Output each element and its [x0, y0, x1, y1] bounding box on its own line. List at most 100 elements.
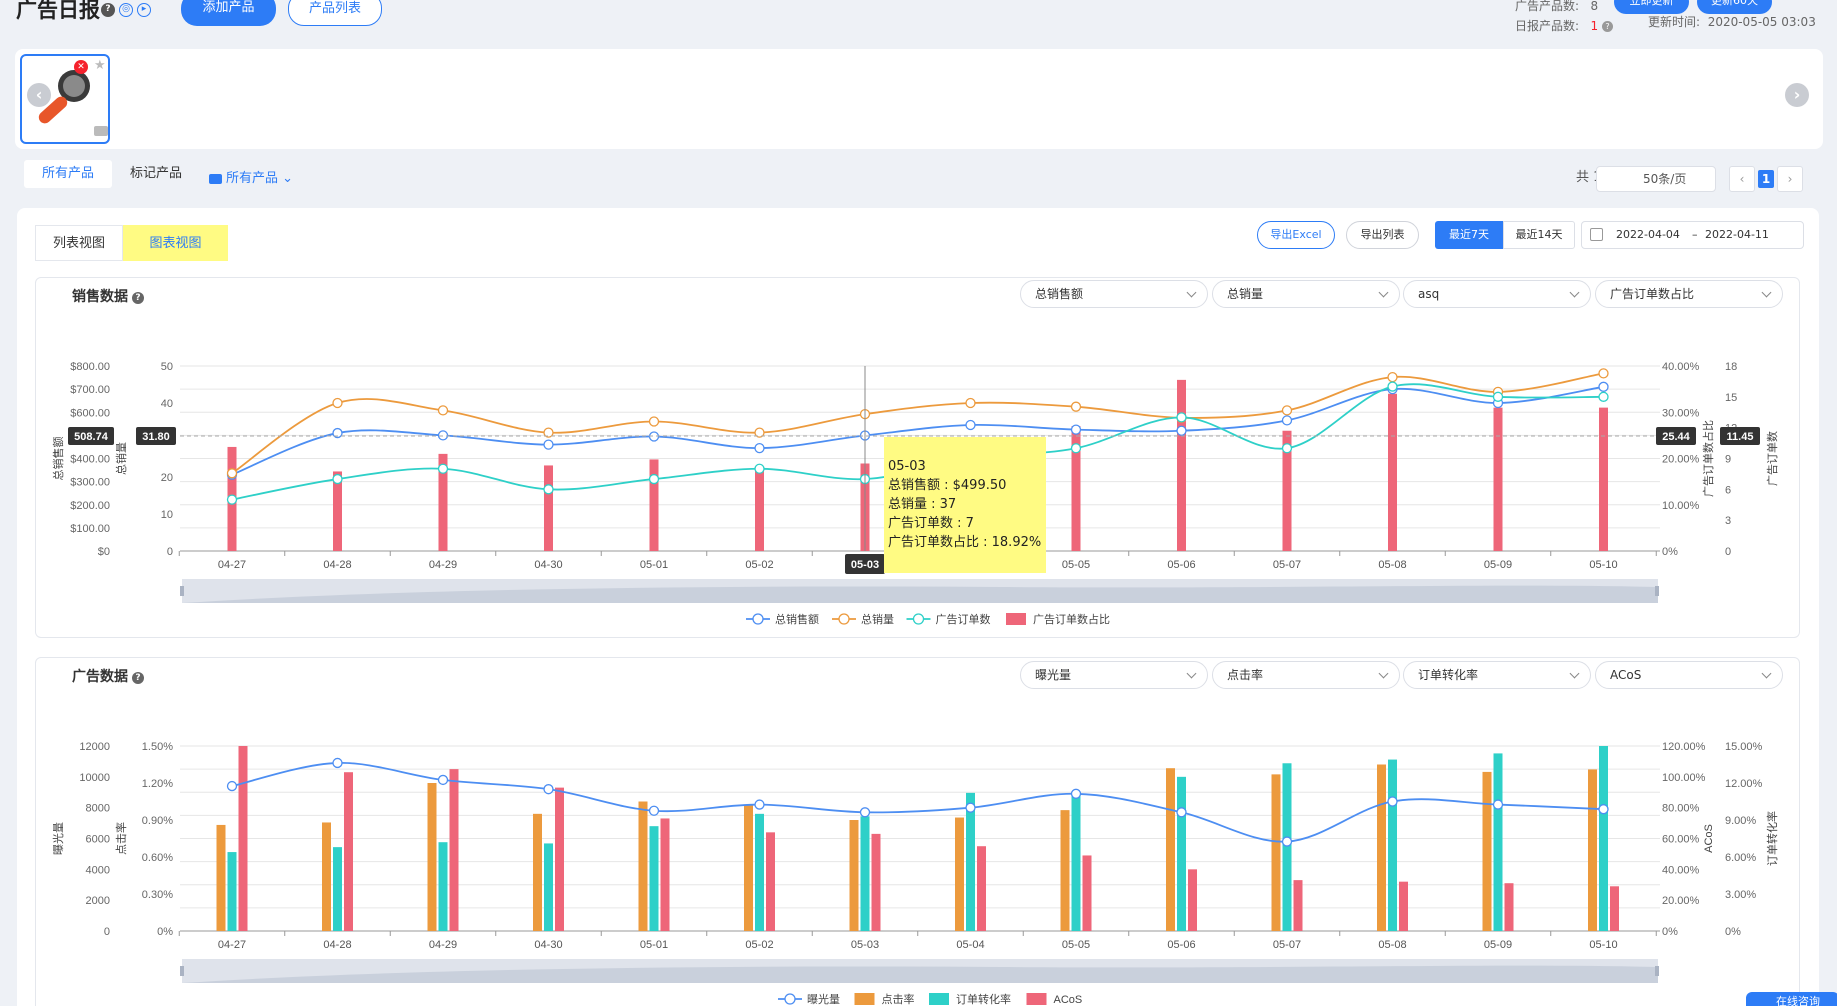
point-总销量: [1387, 371, 1398, 383]
data-zoom-handle: [1655, 966, 1659, 976]
legend-swatch: [1006, 613, 1026, 625]
bar-ACoS: [449, 769, 459, 931]
y3-tick-label: 80.00%: [1662, 803, 1700, 815]
y3-tick-label: 120.00%: [1662, 741, 1706, 753]
bar-订单转化率: [966, 792, 975, 931]
y1-tick-label: 4000: [86, 864, 110, 876]
y3-tick-label: 20.00%: [1662, 454, 1700, 466]
y1-tick-label: $800.00: [70, 361, 110, 373]
bar-ACoS: [871, 833, 881, 931]
tooltip-line: 广告订单数 : 7: [888, 516, 974, 531]
x-tick-label: 05-06: [1167, 939, 1195, 951]
y1-tick-label: 2000: [86, 895, 110, 907]
bar-ACoS: [1399, 881, 1408, 931]
point-曝光量: [543, 784, 554, 795]
x-tick-label: 05-09: [1484, 939, 1512, 951]
y1-tick-label: $700.00: [70, 384, 110, 396]
point-曝光量: [226, 780, 238, 792]
bar-点击率: [1060, 810, 1070, 931]
y3-tick-label: 20.00%: [1662, 895, 1700, 907]
bar-ACoS: [1082, 855, 1092, 931]
x-tick-label: 04-29: [429, 559, 457, 571]
y3-tick-label: 0%: [1662, 546, 1678, 558]
tooltip-line: 广告订单数占比 : 18.92%: [888, 535, 1042, 550]
online-chat-button[interactable]: 在线咨询: [1746, 992, 1837, 1006]
point-广告订单数: [1598, 391, 1609, 402]
point-总销售额: [1598, 381, 1609, 392]
x-tick-label: 05-05: [1062, 939, 1090, 951]
point-总销售额: [965, 419, 976, 431]
x-tick-label: 05-07: [1273, 559, 1301, 571]
legend-item: ACoS: [1054, 994, 1083, 1006]
bar-ACoS: [238, 746, 248, 931]
y1-tick-label: $100.00: [70, 523, 110, 535]
x-tick-label: 04-29: [429, 939, 457, 951]
y1-tick-label: $0: [98, 546, 110, 558]
bar-点击率: [744, 805, 753, 931]
x-tick-label: 04-27: [218, 939, 246, 951]
x-tick-label: 05-10: [1589, 559, 1617, 571]
y3-tick-label: 60.00%: [1662, 834, 1700, 846]
point-曝光量: [332, 757, 343, 769]
tooltip-line: 总销量 : 37: [888, 497, 957, 512]
bar-点击率: [216, 824, 226, 931]
bar-点击率: [322, 822, 331, 931]
point-曝光量: [859, 807, 871, 818]
x-tick-label: 05-03: [851, 939, 879, 951]
bar-订单转化率: [227, 852, 237, 931]
point-曝光量: [754, 799, 765, 810]
bar-广告订单数占比: [1388, 393, 1397, 551]
point-总销量: [1070, 401, 1082, 412]
bar-点击率: [1271, 774, 1281, 931]
point-曝光量: [1070, 788, 1082, 799]
y3-tick-label: 10.00%: [1662, 500, 1700, 512]
y1-tick-label: $400.00: [70, 454, 110, 466]
bar-订单转化率: [1071, 792, 1081, 931]
bar-订单转化率: [1599, 746, 1608, 931]
pointer-label-y2: 31.80: [142, 431, 170, 443]
y4-tick-label: 9.00%: [1725, 815, 1756, 827]
point-总销量: [226, 468, 238, 479]
y2-tick-label: 20: [161, 472, 173, 484]
y1-axis-label: 曝光量: [51, 822, 65, 855]
y2-tick-label: 1.20%: [142, 778, 173, 790]
pointer-x-label: 05-03: [851, 559, 879, 571]
x-tick-label: 05-07: [1273, 939, 1301, 951]
point-广告订单数: [226, 494, 238, 505]
pointer-label-y3: 25.44: [1662, 431, 1690, 443]
point-总销售额: [1281, 415, 1293, 426]
y3-tick-label: 40.00%: [1662, 864, 1700, 876]
pointer-label-y1: 508.74: [74, 431, 109, 443]
y4-tick-label: 15.00%: [1725, 741, 1763, 753]
y2-tick-label: 50: [161, 361, 173, 373]
x-tick-label: 05-02: [745, 939, 773, 951]
point-总销量: [1281, 405, 1293, 416]
x-tick-label: 04-30: [534, 939, 562, 951]
legend-item: 曝光量: [807, 992, 840, 1006]
bar-ACoS: [766, 832, 775, 931]
bar-点击率: [849, 820, 859, 931]
data-zoom-handle: [180, 966, 184, 976]
x-tick-label: 05-04: [956, 939, 984, 951]
y4-axis-label: 广告订单数: [1766, 431, 1779, 486]
x-tick-label: 05-05: [1062, 559, 1090, 571]
legend-swatch: [912, 613, 925, 625]
legend-swatch: [929, 993, 949, 1005]
y4-tick-label: 6.00%: [1725, 852, 1756, 864]
y1-tick-label: 0: [104, 926, 110, 938]
point-广告订单数: [754, 463, 765, 474]
point-广告订单数: [332, 473, 343, 485]
x-tick-label: 04-27: [218, 559, 246, 571]
bar-订单转化率: [544, 843, 553, 931]
bar-点击率: [533, 813, 542, 931]
x-tick-label: 05-08: [1378, 559, 1406, 571]
bar-订单转化率: [333, 847, 342, 931]
bar-ACoS: [1504, 883, 1514, 931]
y2-tick-label: 0.60%: [142, 852, 173, 864]
point-曝光量: [965, 802, 976, 813]
point-总销量: [437, 405, 449, 416]
bar-点击率: [955, 817, 964, 931]
y4-tick-label: 18: [1725, 361, 1737, 373]
bar-广告订单数占比: [1493, 407, 1503, 551]
y3-axis-label: ACoS: [1703, 824, 1715, 853]
